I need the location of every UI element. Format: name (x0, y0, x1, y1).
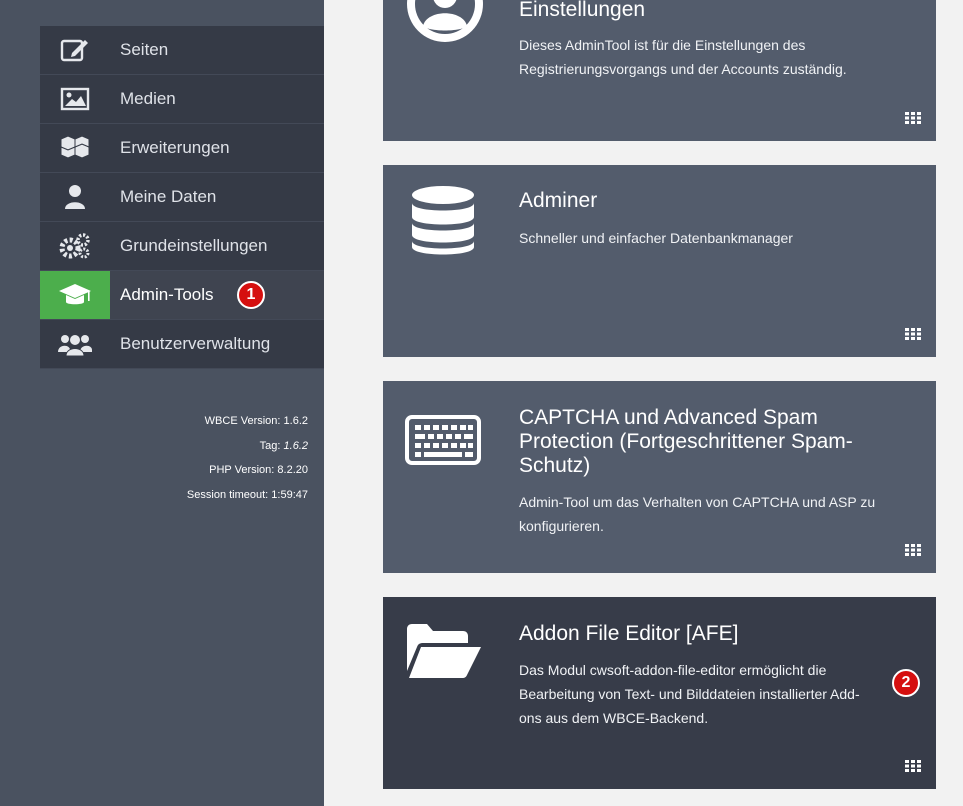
sidebar-item-medien[interactable]: Medien (40, 75, 324, 124)
sidebar-item-label: Benutzerverwaltung (120, 334, 271, 353)
sidebar-item-label: Grundeinstellungen (120, 236, 268, 255)
grid-icon[interactable] (905, 543, 921, 561)
user-icon (40, 173, 110, 221)
sidebar-item-label: Seiten (120, 40, 169, 59)
gears-icon (40, 222, 110, 270)
admintool-card-addon-file-editor[interactable]: Addon File Editor [AFE] Das Modul cwsoft… (383, 597, 936, 789)
card-description: Dieses AdminTool ist für die Einstellung… (519, 37, 847, 77)
admintool-card-captcha[interactable]: CAPTCHA und Advanced Spam Protection (Fo… (383, 381, 936, 573)
edit-icon (40, 26, 110, 74)
sidebar-item-benutzerverwaltung[interactable]: Benutzerverwaltung (40, 320, 324, 369)
tag-value: 1.6.2 (283, 439, 308, 452)
card-title: Einstellungen (519, 0, 646, 21)
database-icon (411, 185, 475, 262)
image-icon (40, 75, 110, 123)
grid-icon[interactable] (905, 759, 921, 777)
card-description: Admin-Tool um das Verhalten von CAPTCHA … (519, 494, 876, 534)
sidebar-nav: Seiten Medien Erweiterungen Meine Daten … (40, 26, 324, 369)
admintool-card-adminer[interactable]: Adminer Schneller und einfacher Datenban… (383, 165, 936, 357)
users-icon (40, 320, 110, 368)
version-info: WBCE Version: 1.6.2 Tag: 1.6.2 PHP Versi… (48, 409, 308, 507)
card-title: Adminer (519, 189, 598, 212)
sidebar-item-seiten[interactable]: Seiten (40, 26, 324, 75)
wbce-version: WBCE Version: 1.6.2 (204, 415, 308, 427)
admintool-card-einstellungen[interactable]: Einstellungen Dieses AdminTool ist für d… (383, 0, 936, 141)
step-badge-2: 2 (892, 669, 920, 697)
php-version: PHP Version: 8.2.20 (209, 464, 308, 476)
card-description: Schneller und einfacher Datenbankmanager (519, 230, 793, 246)
tag-label: Tag: (259, 439, 284, 452)
session-timeout: Session timeout: 1:59:47 (186, 488, 308, 501)
card-title: Addon File Editor [AFE] (519, 622, 739, 645)
sidebar-item-label: Erweiterungen (120, 138, 230, 157)
keyboard-icon (405, 415, 481, 470)
sidebar-item-label: Meine Daten (120, 187, 217, 206)
step-badge-1: 1 (237, 281, 265, 309)
card-description: Das Modul cwsoft-addon-file-editor ermög… (519, 662, 860, 726)
user-circle-icon (405, 0, 485, 49)
grid-icon[interactable] (905, 111, 921, 129)
sidebar-item-label: Admin-Tools (120, 285, 214, 304)
sidebar-item-erweiterungen[interactable]: Erweiterungen (40, 124, 324, 173)
card-title: CAPTCHA und Advanced Spam Protection (Fo… (519, 406, 853, 477)
sidebar-item-label: Medien (120, 89, 176, 108)
grid-icon[interactable] (905, 327, 921, 345)
cubes-icon (40, 124, 110, 172)
graduation-cap-icon (40, 271, 110, 319)
sidebar: Seiten Medien Erweiterungen Meine Daten … (0, 0, 324, 806)
sidebar-item-meine-daten[interactable]: Meine Daten (40, 173, 324, 222)
tag-version: Tag: 1.6.2 (48, 434, 308, 459)
sidebar-item-grundeinstellungen[interactable]: Grundeinstellungen (40, 222, 324, 271)
folder-open-icon (405, 623, 483, 684)
sidebar-item-admin-tools[interactable]: Admin-Tools 1 (40, 271, 324, 320)
